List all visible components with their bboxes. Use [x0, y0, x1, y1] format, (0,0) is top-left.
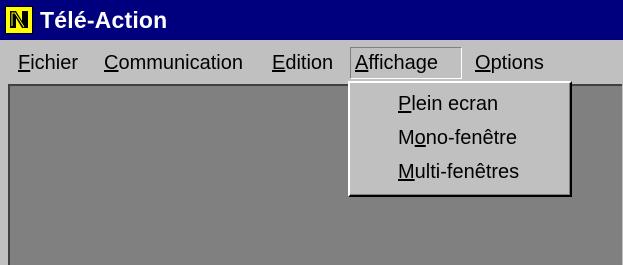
menu-fichier[interactable]: Fichier	[14, 47, 82, 79]
menu-label-part: ommunication	[118, 51, 243, 74]
menu-mnemonic: C	[104, 51, 119, 74]
window-title: Télé-Action	[40, 6, 168, 33]
menuitem-mnemonic: o	[414, 126, 426, 149]
menuitem-label-part: lein ecran	[411, 92, 499, 115]
title-bar[interactable]: Télé-Action	[0, 0, 623, 40]
menu-options[interactable]: Options	[471, 47, 548, 79]
app-window: Télé-Action Fichier Communication Editio…	[0, 0, 623, 265]
menu-mnemonic: A	[355, 51, 369, 74]
menuitem-label-part: ulti-fenêtres	[414, 160, 520, 183]
menu-mnemonic: O	[475, 51, 491, 74]
menuitem-mnemonic: M	[398, 160, 415, 183]
menu-mnemonic: F	[18, 51, 31, 74]
menu-bar: Fichier Communication Edition Affichage …	[0, 44, 623, 82]
menu-mnemonic: E	[272, 51, 286, 74]
menuitem-label-part: no-fenêtre	[425, 126, 517, 149]
menuitem-multi-fenetres[interactable]: Multi-fenêtres	[398, 158, 519, 186]
menu-affichage[interactable]: Affichage	[350, 47, 462, 79]
menu-label-part: dition	[285, 51, 334, 74]
app-logo-icon[interactable]	[5, 6, 33, 34]
menu-label-part: ffichage	[368, 51, 439, 74]
menuitem-mono-fenetre[interactable]: Mo no-fenêtre	[398, 124, 517, 152]
menu-label-part: ichier	[30, 51, 79, 74]
menuitem-label-part: M	[398, 126, 415, 149]
menuitem-mnemonic: P	[398, 92, 412, 115]
affichage-dropdown-menu: Plein ecran Mo no-fenêtre Multi-fenêtres	[348, 81, 572, 197]
menu-communication[interactable]: Communication	[100, 47, 247, 79]
menu-edition[interactable]: Edition	[268, 47, 337, 79]
menuitem-plein-ecran[interactable]: Plein ecran	[398, 90, 498, 118]
menu-label-part: ptions	[490, 51, 544, 74]
